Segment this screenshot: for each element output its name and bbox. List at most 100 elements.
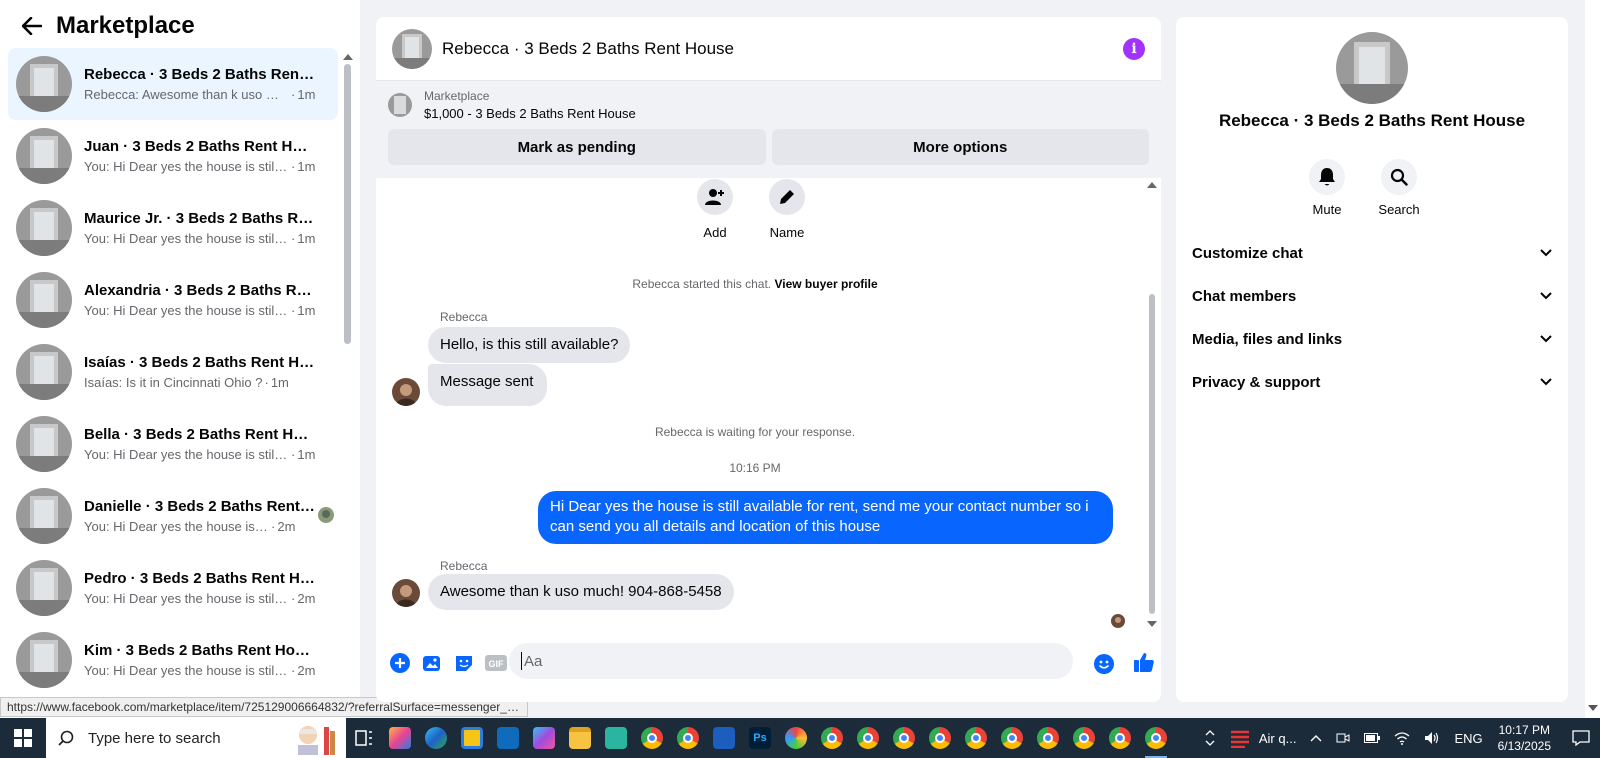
chrome-icon[interactable] xyxy=(1139,718,1173,758)
chrome-icon[interactable] xyxy=(959,718,993,758)
chrome-icon[interactable] xyxy=(1103,718,1137,758)
sender-avatar[interactable] xyxy=(392,378,420,406)
name-chat-button[interactable]: Name xyxy=(768,179,806,240)
conversation-item[interactable]: Kim · 3 Beds 2 Baths Rent House You: Hi … xyxy=(8,624,338,696)
customize-chat-section[interactable]: Customize chat xyxy=(1192,239,1552,267)
scrollbar-thumb[interactable] xyxy=(1149,294,1155,614)
windows-taskbar: Type here to search Ps Air q... ENG 10:1… xyxy=(0,718,1600,758)
emoji-icon[interactable] xyxy=(1092,652,1116,676)
filmora-icon[interactable] xyxy=(599,718,633,758)
camera-icon[interactable] xyxy=(1336,731,1350,745)
microsoft-store-icon[interactable] xyxy=(455,718,489,758)
sender-name: Rebecca xyxy=(440,310,488,324)
profile-avatar[interactable] xyxy=(1336,32,1408,104)
conversation-preview: You: Hi Dear yes the house is still avai… xyxy=(84,303,289,318)
conversation-item[interactable]: Isaías · 3 Beds 2 Baths Rent House Isaía… xyxy=(8,336,338,408)
weather-widget[interactable]: Air q... xyxy=(1229,728,1296,748)
sidebar-header: Marketplace xyxy=(0,0,360,52)
conversation-item[interactable]: Maurice Jr. · 3 Beds 2 Baths Rent House … xyxy=(8,192,338,264)
scroll-up-arrow-icon[interactable] xyxy=(1147,182,1157,188)
windows-start-icon[interactable] xyxy=(0,718,46,758)
listing-avatar xyxy=(16,416,72,472)
notification-icon[interactable] xyxy=(1572,730,1590,746)
taskbar-search-box[interactable]: Type here to search xyxy=(46,718,346,758)
chevron-up-icon[interactable] xyxy=(1310,734,1322,742)
privacy-support-section[interactable]: Privacy & support xyxy=(1192,368,1552,396)
sticker-icon[interactable] xyxy=(452,651,476,675)
marketplace-label: Marketplace xyxy=(424,89,490,103)
edge-icon[interactable] xyxy=(419,718,453,758)
copilot-icon[interactable] xyxy=(383,718,417,758)
chrome-icon[interactable] xyxy=(671,718,705,758)
m365-icon[interactable] xyxy=(527,718,561,758)
chrome-icon[interactable] xyxy=(635,718,669,758)
conversation-name: Kim · 3 Beds 2 Baths Rent House xyxy=(84,642,316,659)
battery-icon[interactable] xyxy=(1364,733,1381,743)
media-files-links-section[interactable]: Media, files and links xyxy=(1192,325,1552,353)
more-options-button[interactable]: More options xyxy=(771,129,1149,165)
word-icon[interactable] xyxy=(707,718,741,758)
wifi-icon[interactable] xyxy=(1394,731,1410,745)
search-button[interactable]: Search xyxy=(1378,159,1420,217)
chrome-icon[interactable] xyxy=(923,718,957,758)
thumbs-up-icon[interactable] xyxy=(1132,650,1156,674)
system-clock[interactable]: 10:17 PM 6/13/2025 xyxy=(1498,722,1551,754)
outlook-icon[interactable] xyxy=(491,718,525,758)
scrollbar-thumb[interactable] xyxy=(344,64,351,344)
task-view-icon[interactable] xyxy=(347,718,381,758)
conversation-preview: You: Hi Dear yes the house is still avai… xyxy=(84,519,269,534)
mute-button[interactable]: Mute xyxy=(1308,159,1346,217)
message-bubble[interactable]: Hello, is this still available? xyxy=(428,327,631,363)
mark-as-pending-button[interactable]: Mark as pending xyxy=(388,129,766,165)
sender-avatar[interactable] xyxy=(392,579,420,607)
taskbar-scroll-icon[interactable] xyxy=(1205,728,1215,748)
chat-members-section[interactable]: Chat members xyxy=(1192,282,1552,310)
back-arrow-icon[interactable] xyxy=(20,14,44,38)
gif-icon[interactable]: GIF xyxy=(484,651,508,675)
chrome-icon[interactable] xyxy=(887,718,921,758)
paint-icon[interactable] xyxy=(779,718,813,758)
volume-icon[interactable] xyxy=(1424,731,1440,745)
chrome-icon[interactable] xyxy=(1031,718,1065,758)
sidebar-scrollbar[interactable] xyxy=(342,54,354,714)
plus-icon[interactable] xyxy=(388,651,412,675)
info-icon[interactable]: i xyxy=(1123,37,1145,60)
message-timestamp: 10:16 PM xyxy=(729,461,781,475)
conversation-preview: You: Hi Dear yes the house is still avai… xyxy=(84,159,289,174)
message-thread: Add Name Rebecca started this chat. View… xyxy=(376,179,1161,649)
message-composer: GIF Aa xyxy=(376,639,1161,687)
waiting-notice: Rebecca is waiting for your response. xyxy=(654,425,856,439)
add-people-button[interactable]: Add xyxy=(696,179,734,240)
conversation-item[interactable]: Juan · 3 Beds 2 Baths Rent House You: Hi… xyxy=(8,120,338,192)
language-indicator[interactable]: ENG xyxy=(1454,731,1482,746)
conversation-time: 2m xyxy=(277,519,296,534)
chrome-icon[interactable] xyxy=(851,718,885,758)
scroll-down-arrow-icon[interactable] xyxy=(1588,705,1598,711)
scroll-up-arrow-icon[interactable] xyxy=(343,54,353,60)
outgoing-message-bubble[interactable]: Hi Dear yes the house is still available… xyxy=(538,491,1113,544)
listing-title[interactable]: $1,000 - 3 Beds 2 Baths Rent House xyxy=(424,106,636,121)
file-explorer-icon[interactable] xyxy=(563,718,597,758)
listing-thumbnail[interactable] xyxy=(388,93,412,117)
chrome-icon[interactable] xyxy=(995,718,1029,758)
conversation-item[interactable]: Pedro · 3 Beds 2 Baths Rent House You: H… xyxy=(8,552,338,624)
chat-avatar[interactable] xyxy=(392,28,432,69)
conversation-item[interactable]: Danielle · 3 Beds 2 Baths Rent House You… xyxy=(8,480,338,552)
conversation-item[interactable]: Alexandria · 3 Beds 2 Baths Rent House Y… xyxy=(8,264,338,336)
message-input[interactable]: Aa xyxy=(509,643,1073,679)
photoshop-icon[interactable]: Ps xyxy=(743,718,777,758)
scroll-down-arrow-icon[interactable] xyxy=(1147,621,1157,627)
window-scrollbar[interactable] xyxy=(1585,0,1600,718)
chat-scrollbar[interactable] xyxy=(1146,179,1158,634)
view-buyer-profile-link[interactable]: View buyer profile xyxy=(774,277,877,291)
chat-title[interactable]: Rebecca · 3 Beds 2 Baths Rent House xyxy=(442,39,734,59)
message-bubble[interactable]: Awesome than k uso much! 904-868-5458 xyxy=(428,574,734,610)
conversation-item[interactable]: Bella · 3 Beds 2 Baths Rent House You: H… xyxy=(8,408,338,480)
conversation-name: Juan · 3 Beds 2 Baths Rent House xyxy=(84,138,316,155)
conversation-item[interactable]: Rebecca · 3 Beds 2 Baths Rent House Rebe… xyxy=(8,48,338,120)
message-bubble[interactable]: Message sent xyxy=(428,364,548,406)
chrome-icon[interactable] xyxy=(815,718,849,758)
photo-icon[interactable] xyxy=(420,651,444,675)
chrome-icon[interactable] xyxy=(1067,718,1101,758)
conversation-time: 1m xyxy=(297,159,316,174)
